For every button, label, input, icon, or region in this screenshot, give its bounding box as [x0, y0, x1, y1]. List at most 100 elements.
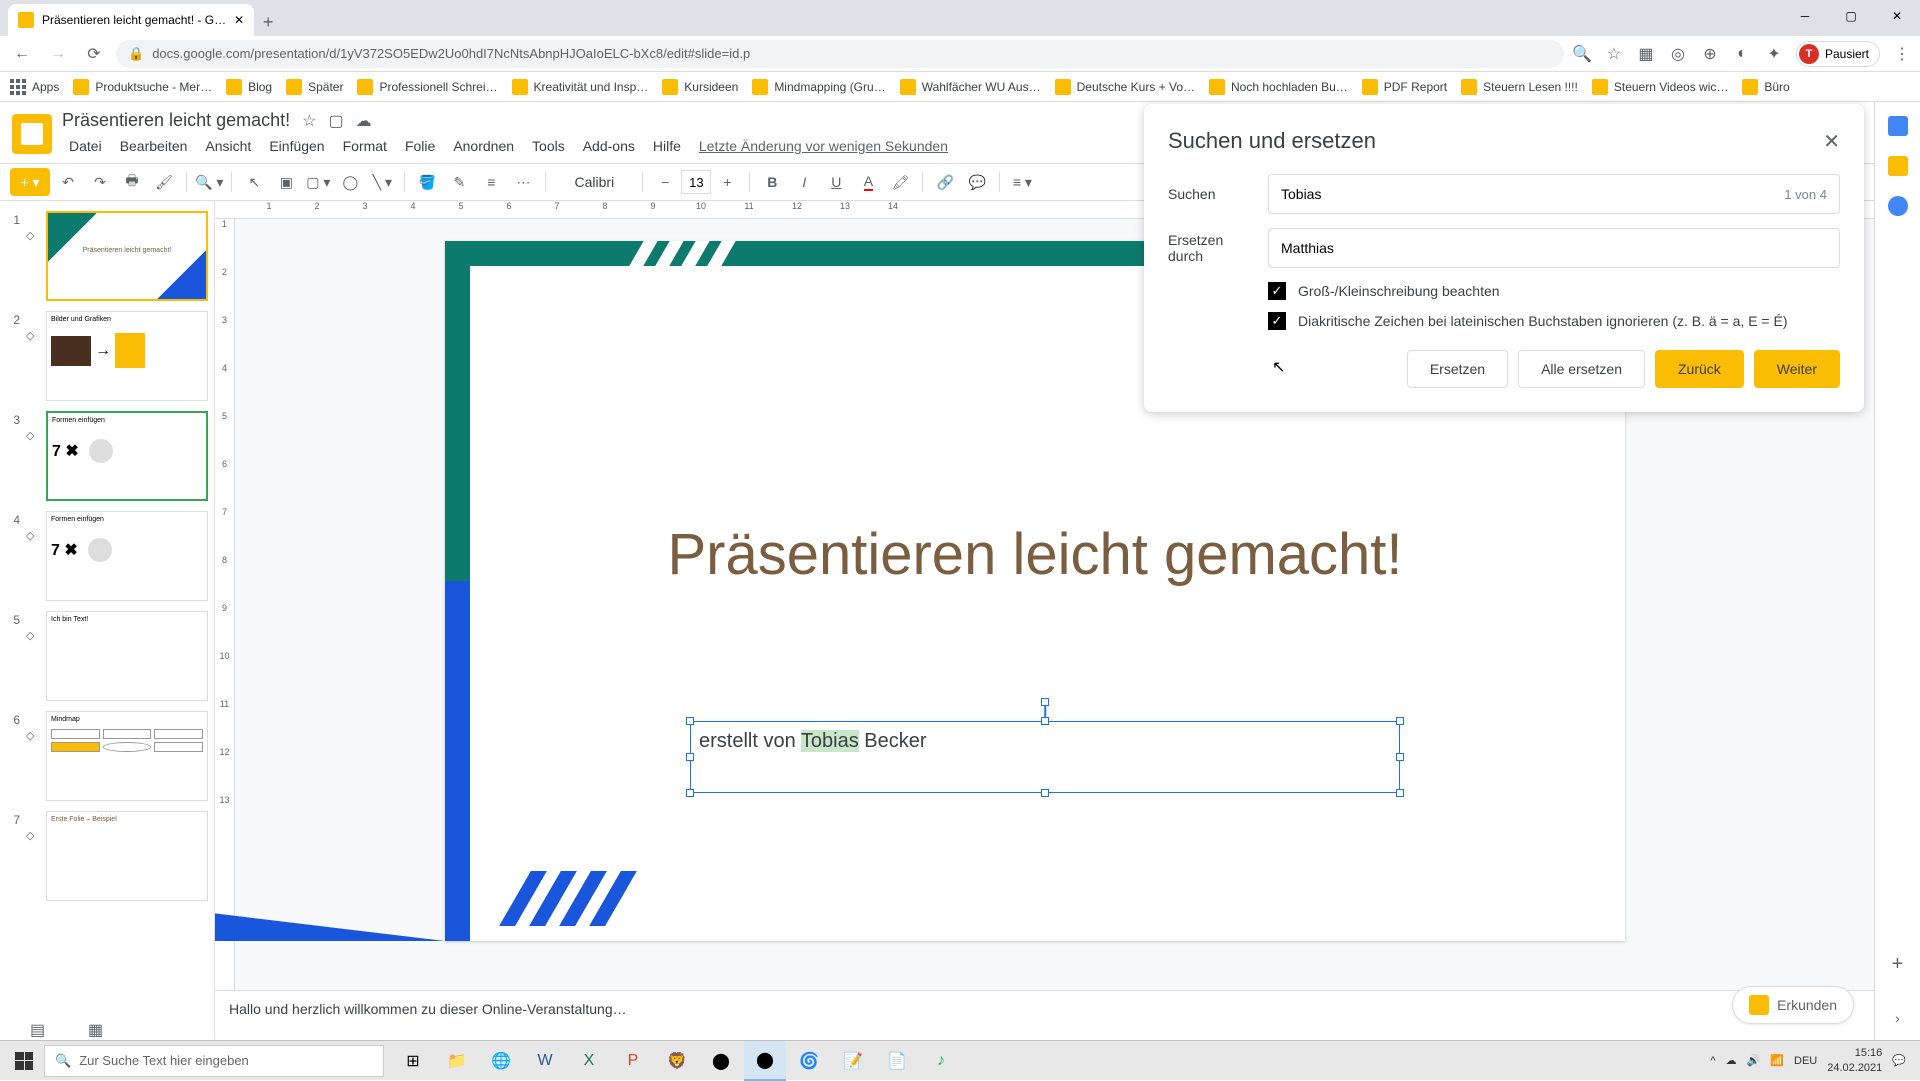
zoom-icon[interactable]: 🔍: [1572, 44, 1592, 64]
paint-format-button[interactable]: 🖌: [150, 168, 178, 196]
speaker-notes[interactable]: Hallo und herzlich willkommen zu dieser …: [215, 990, 1874, 1040]
new-tab-button[interactable]: +: [254, 8, 282, 36]
resize-handle[interactable]: [686, 789, 694, 797]
grid-view-button[interactable]: ▦: [88, 1020, 106, 1034]
menu-datei[interactable]: Datei: [62, 135, 109, 157]
start-button[interactable]: [4, 1041, 44, 1081]
collapse-sidepanel-button[interactable]: ›: [1895, 1010, 1900, 1026]
zoom-button[interactable]: 🔍 ▾: [195, 168, 223, 196]
bookmark-item[interactable]: Produktsuche - Mer…: [73, 79, 212, 95]
bookmark-item[interactable]: PDF Report: [1362, 79, 1447, 95]
search-input[interactable]: Tobias 1 von 4: [1268, 174, 1840, 214]
spotify-icon[interactable]: ♪: [920, 1041, 962, 1081]
border-color-button[interactable]: ✎: [445, 168, 473, 196]
keep-icon[interactable]: [1888, 156, 1908, 176]
globe-ext-icon[interactable]: ⊕: [1700, 44, 1720, 64]
task-view-button[interactable]: ⊞: [392, 1041, 434, 1081]
font-size-minus[interactable]: −: [651, 168, 679, 196]
redo-button[interactable]: ↷: [86, 168, 114, 196]
language-indicator[interactable]: DEU: [1794, 1055, 1817, 1067]
slide-thumb-2[interactable]: Bilder und Grafiken→: [46, 311, 208, 401]
bookmark-item[interactable]: Wahlfächer WU Aus…: [900, 79, 1041, 95]
fill-color-button[interactable]: 🪣: [413, 168, 441, 196]
star-icon[interactable]: ☆: [302, 111, 316, 131]
bookmark-item[interactable]: Professionell Schrei…: [357, 79, 497, 95]
obs-icon[interactable]: ⬤: [700, 1041, 742, 1081]
brave-icon[interactable]: 🦁: [656, 1041, 698, 1081]
replace-all-button[interactable]: Alle ersetzen: [1518, 350, 1645, 388]
rotate-handle[interactable]: [1041, 698, 1049, 706]
slide-title[interactable]: Präsentieren leicht gemacht!: [445, 521, 1625, 588]
tray-expand-icon[interactable]: ^: [1710, 1055, 1715, 1067]
menu-hilfe[interactable]: Hilfe: [646, 135, 688, 157]
add-addon-button[interactable]: +: [1892, 953, 1904, 976]
notepad-icon[interactable]: 📝: [832, 1041, 874, 1081]
back-button[interactable]: Zurück: [1655, 350, 1744, 388]
bookmark-item[interactable]: Später: [286, 79, 343, 95]
profile-paused[interactable]: T Pausiert: [1796, 41, 1880, 67]
line-tool[interactable]: ╲ ▾: [368, 168, 396, 196]
filmstrip-view-button[interactable]: ▤: [30, 1020, 48, 1034]
bold-button[interactable]: B: [758, 168, 786, 196]
windows-search[interactable]: 🔍 Zur Suche Text hier eingeben: [44, 1045, 384, 1077]
slide-thumb-4[interactable]: Formen einfügen7 ✖: [46, 511, 208, 601]
ignore-diacritics-checkbox[interactable]: ✓: [1268, 312, 1286, 330]
align-button[interactable]: ≡ ▾: [1008, 168, 1036, 196]
menu-addons[interactable]: Add-ons: [576, 135, 642, 157]
edge-legacy-icon[interactable]: 🌐: [480, 1041, 522, 1081]
notifications-icon[interactable]: 💬: [1892, 1054, 1906, 1067]
close-window-button[interactable]: ✕: [1874, 0, 1920, 32]
link-button[interactable]: 🔗: [931, 168, 959, 196]
bookmark-item[interactable]: Kursideen: [662, 79, 738, 95]
cookie-ext-icon[interactable]: ◐: [1732, 44, 1752, 64]
select-tool[interactable]: ↖: [240, 168, 268, 196]
bookmark-item[interactable]: Büro: [1742, 79, 1789, 95]
cloud-icon[interactable]: ☁: [356, 111, 372, 131]
replace-button[interactable]: Ersetzen: [1407, 350, 1508, 388]
resize-handle[interactable]: [1396, 789, 1404, 797]
minimize-button[interactable]: ─: [1782, 0, 1828, 32]
font-size-plus[interactable]: +: [713, 168, 741, 196]
bookmark-item[interactable]: Steuern Videos wic…: [1592, 79, 1729, 95]
menu-anordnen[interactable]: Anordnen: [446, 135, 521, 157]
print-button[interactable]: 🖶: [118, 168, 146, 196]
border-weight-button[interactable]: ≡: [477, 168, 505, 196]
bookmark-item[interactable]: Mindmapping (Gru…: [752, 79, 885, 95]
slide-thumb-3[interactable]: Formen einfügen7 ✖: [46, 411, 208, 501]
resize-handle[interactable]: [1041, 789, 1049, 797]
menu-einfuegen[interactable]: Einfügen: [262, 135, 331, 157]
bookmark-item[interactable]: Blog: [226, 79, 272, 95]
volume-icon[interactable]: 🔊: [1747, 1054, 1761, 1067]
wifi-icon[interactable]: 📶: [1770, 1054, 1784, 1067]
chrome-icon[interactable]: ⬤: [744, 1041, 786, 1081]
menu-tools[interactable]: Tools: [525, 135, 572, 157]
resize-handle[interactable]: [1041, 717, 1049, 725]
match-case-checkbox[interactable]: ✓: [1268, 282, 1286, 300]
qr-icon[interactable]: ▦: [1636, 44, 1656, 64]
resize-handle[interactable]: [1396, 753, 1404, 761]
url-input[interactable]: 🔒 docs.google.com/presentation/d/1yV372S…: [116, 40, 1564, 68]
slides-logo[interactable]: [12, 114, 52, 154]
text-color-button[interactable]: A: [854, 168, 882, 196]
word-icon[interactable]: W: [524, 1041, 566, 1081]
edge-icon[interactable]: 🌀: [788, 1041, 830, 1081]
calendar-icon[interactable]: [1888, 116, 1908, 136]
bullseye-ext-icon[interactable]: ◎: [1668, 44, 1688, 64]
last-edit-link[interactable]: Letzte Änderung vor wenigen Sekunden: [692, 135, 955, 157]
font-size-input[interactable]: [681, 170, 711, 194]
slide-thumb-6[interactable]: Mindmap: [46, 711, 208, 801]
subtitle-textbox[interactable]: erstellt von Tobias Becker: [690, 721, 1400, 793]
excel-icon[interactable]: X: [568, 1041, 610, 1081]
browser-tab[interactable]: Präsentieren leicht gemacht! - G… ✕: [8, 4, 254, 36]
cloud-sync-icon[interactable]: ☁: [1726, 1054, 1737, 1067]
italic-button[interactable]: I: [790, 168, 818, 196]
menu-format[interactable]: Format: [336, 135, 394, 157]
menu-folie[interactable]: Folie: [398, 135, 442, 157]
resize-handle[interactable]: [1396, 717, 1404, 725]
resize-handle[interactable]: [686, 753, 694, 761]
undo-button[interactable]: ↶: [54, 168, 82, 196]
notepad2-icon[interactable]: 📄: [876, 1041, 918, 1081]
bookmark-item[interactable]: Noch hochladen Bu…: [1209, 79, 1348, 95]
explore-button[interactable]: Erkunden: [1732, 986, 1854, 1024]
document-title[interactable]: Präsentieren leicht gemacht!: [62, 110, 290, 131]
